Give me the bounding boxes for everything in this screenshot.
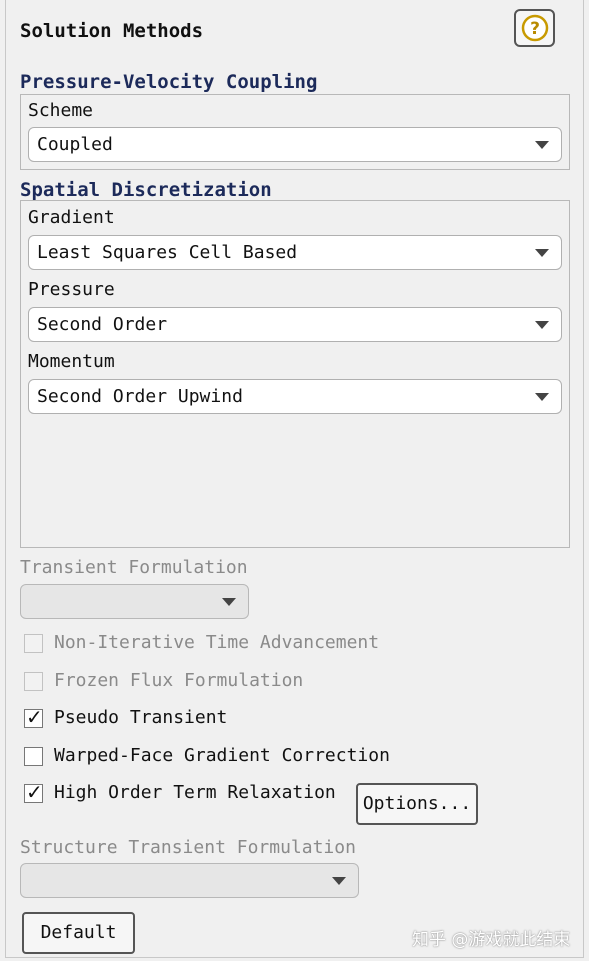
scheme-label: Scheme [28, 100, 94, 121]
pressure-label: Pressure [28, 279, 115, 300]
check-icon: ✓ [26, 705, 43, 729]
gradient-dropdown[interactable]: Least Squares Cell Based [28, 235, 562, 270]
help-icon: ? [521, 14, 549, 42]
chevron-down-icon [222, 598, 236, 606]
spatial-discretization-title: Spatial Discretization [20, 179, 272, 201]
watermark: 知乎 @游戏就此结束 [412, 930, 571, 950]
pressure-velocity-group: Scheme Coupled [20, 94, 570, 170]
pressure-dropdown[interactable]: Second Order [28, 307, 562, 342]
check-icon: ✓ [26, 780, 43, 804]
chevron-down-icon [332, 877, 346, 885]
svg-text:?: ? [530, 19, 540, 39]
warped-face-label: Warped-Face Gradient Correction [54, 745, 390, 766]
scheme-value: Coupled [37, 134, 113, 155]
chevron-down-icon [535, 141, 549, 149]
structure-transient-dropdown[interactable] [20, 863, 359, 898]
pseudo-transient-checkbox[interactable]: ✓ [24, 705, 43, 729]
default-button[interactable]: Default [22, 912, 135, 954]
chevron-down-icon [535, 321, 549, 329]
momentum-value: Second Order Upwind [37, 386, 243, 407]
momentum-dropdown[interactable]: Second Order Upwind [28, 379, 562, 414]
frozen-flux-label: Frozen Flux Formulation [54, 670, 304, 691]
high-order-label: High Order Term Relaxation [54, 782, 336, 803]
momentum-label: Momentum [28, 351, 115, 372]
structure-transient-label: Structure Transient Formulation [20, 837, 356, 858]
high-order-checkbox[interactable]: ✓ [24, 780, 43, 804]
non-iterative-checkbox[interactable] [24, 634, 43, 653]
gradient-value: Least Squares Cell Based [37, 242, 298, 263]
chevron-down-icon [535, 393, 549, 401]
pseudo-transient-label: Pseudo Transient [54, 707, 228, 728]
panel-title: Solution Methods [20, 20, 204, 42]
chevron-down-icon [535, 249, 549, 257]
options-button[interactable]: Options... [356, 783, 478, 825]
help-button[interactable]: ? [514, 9, 555, 47]
transient-formulation-dropdown[interactable] [20, 584, 249, 619]
gradient-label: Gradient [28, 207, 115, 228]
warped-face-checkbox[interactable] [24, 747, 43, 766]
non-iterative-label: Non-Iterative Time Advancement [54, 632, 380, 653]
frozen-flux-checkbox[interactable] [24, 672, 43, 691]
scheme-dropdown[interactable]: Coupled [28, 127, 562, 162]
transient-formulation-label: Transient Formulation [20, 557, 248, 578]
pressure-velocity-title: Pressure-Velocity Coupling [20, 71, 318, 93]
pressure-value: Second Order [37, 314, 168, 335]
spatial-discretization-group: Gradient Least Squares Cell Based Pressu… [20, 200, 570, 548]
